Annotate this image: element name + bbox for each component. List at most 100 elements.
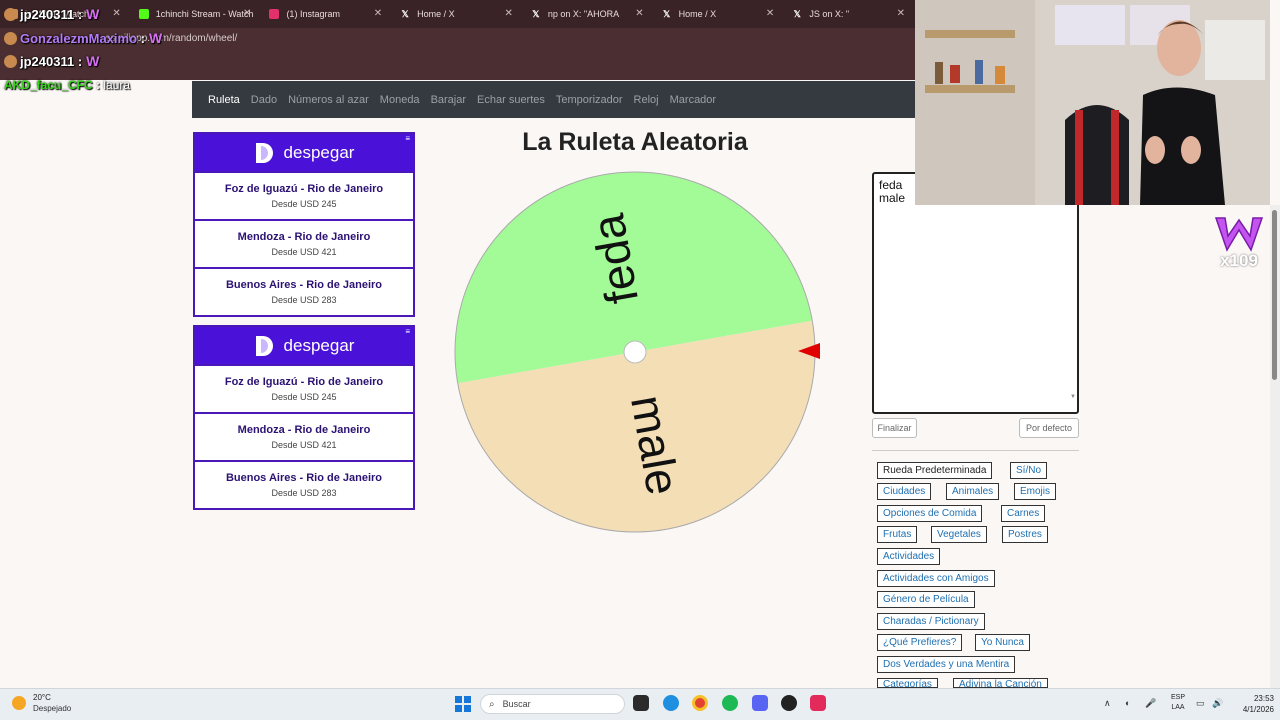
chat-colon: : [74, 6, 83, 22]
tab-label: Home / X [417, 9, 455, 19]
ad-menu-icon[interactable]: ≡ [405, 134, 410, 143]
preset-two-truths[interactable]: Dos Verdades y una Mentira [877, 656, 1016, 673]
preset-categories[interactable]: Categorías [877, 678, 938, 688]
edge-browser-icon[interactable] [663, 695, 679, 711]
browser-tab[interactable]: 1chinchi Stream - Watch ✕ [131, 0, 262, 28]
ad-menu-icon[interactable]: ≡ [405, 327, 410, 336]
preset-fruits[interactable]: Frutas [877, 526, 918, 543]
preset-guess-song[interactable]: Adivina la Canción [953, 678, 1048, 688]
chrome-browser-icon[interactable] [692, 695, 708, 711]
preset-vegetables[interactable]: Vegetales [931, 526, 987, 543]
despegar-ad[interactable]: despegar ≡ Foz de Iguazú - Rio de Janeir… [193, 325, 415, 510]
default-button[interactable]: Por defecto [1019, 418, 1079, 438]
browser-tab[interactable]: 𝕏 Home / X ✕ [392, 0, 523, 28]
task-view-icon[interactable] [633, 695, 649, 711]
clock[interactable]: 23:53 4/1/2026 [1234, 693, 1274, 715]
site-navbar: Ruleta Dado Números al azar Moneda Barajar Ec… [192, 81, 915, 118]
despegar-ad[interactable]: despegar ≡ Foz de Iguazú - Rio de Janeir… [193, 132, 415, 317]
wheel-center-hub[interactable] [623, 340, 647, 364]
search-placeholder: Buscar [502, 699, 531, 709]
nav-item[interactable]: Reloj [634, 94, 659, 106]
volume-icon[interactable]: 🔊 [1212, 698, 1223, 709]
preset-animals[interactable]: Animales [946, 483, 1000, 500]
despegar-logo-icon [255, 335, 273, 356]
preset-movie-genre[interactable]: Género de Película [877, 591, 975, 608]
tab-close-icon[interactable]: ✕ [897, 8, 905, 19]
tab-close-icon[interactable]: ✕ [635, 8, 643, 19]
ad-route-row[interactable]: Foz de Iguazú - Rio de Janeiro Desde USD … [195, 171, 413, 219]
nav-item[interactable]: Marcador [670, 94, 716, 106]
chat-badge-icon [4, 54, 17, 68]
tab-close-icon[interactable]: ✕ [504, 8, 512, 19]
finish-button[interactable]: Finalizar [872, 418, 917, 438]
preset-activities[interactable]: Actividades [877, 548, 941, 565]
spotify-icon[interactable] [722, 695, 738, 711]
nav-item[interactable]: Ruleta [208, 94, 240, 106]
browser-tab[interactable]: 𝕏 JS on X: " ✕ [784, 0, 915, 28]
nav-item[interactable]: Dado [251, 94, 277, 106]
chat-colon: : [137, 30, 145, 46]
ad-price: Desde USD 283 [271, 295, 337, 305]
tab-favicon-icon: 𝕏 [401, 9, 409, 19]
ad-price: Desde USD 421 [271, 440, 337, 450]
nav-item[interactable]: Barajar [431, 94, 466, 106]
start-button-icon[interactable] [455, 696, 471, 712]
clock-date: 4/1/2026 [1242, 705, 1274, 714]
preset-charades[interactable]: Charadas / Pictionary [877, 613, 985, 630]
chat-user: GonzalezmMaximo [20, 30, 138, 46]
entries-textarea[interactable]: feda male [872, 172, 1079, 414]
tab-close-icon[interactable]: ✕ [374, 8, 382, 19]
browser-tab[interactable]: (1) Instagram ✕ [261, 0, 392, 28]
weather-temp: 20°C [33, 693, 51, 702]
lang-bottom: LAA [1171, 704, 1185, 711]
preset-cities[interactable]: Ciudades [877, 483, 932, 500]
obs-icon[interactable] [781, 695, 797, 711]
nav-item[interactable]: Temporizador [556, 94, 623, 106]
tab-favicon-icon: 𝕏 [793, 9, 801, 19]
preset-activities-friends[interactable]: Actividades con Amigos [877, 570, 995, 587]
tiktok-icon[interactable] [810, 695, 826, 711]
tray-overflow-icon[interactable]: ∧ [1104, 698, 1111, 709]
ad-price: Desde USD 283 [271, 488, 337, 498]
language-indicator[interactable]: ESP LAA [1168, 693, 1188, 713]
ad-route-row[interactable]: Mendoza - Rio de Janeiro Desde USD 421 [195, 219, 413, 267]
preset-would-you-rather[interactable]: ¿Qué Prefieres? [877, 634, 963, 651]
nav-item[interactable]: Moneda [380, 94, 420, 106]
tab-close-icon[interactable]: ✕ [243, 8, 251, 19]
nav-item[interactable]: Echar suertes [477, 94, 545, 106]
network-icon[interactable]: ◐ [1125, 698, 1130, 708]
preset-meats[interactable]: Carnes [1001, 505, 1046, 522]
browser-tab[interactable]: 𝕏np on X: "AHORA ✕ [523, 0, 654, 28]
chat-line: jp240311 : W [4, 6, 99, 22]
display-icon[interactable]: ▭ [1196, 698, 1205, 709]
divider [872, 450, 1079, 451]
ad-header[interactable]: despegar ≡ [195, 134, 413, 171]
weather-widget[interactable]: 20°C Despejado [12, 693, 71, 713]
preset-desserts[interactable]: Postres [1002, 526, 1048, 543]
spinning-wheel[interactable]: feda male [452, 169, 820, 535]
w-emote-icon: W [86, 53, 100, 69]
microphone-icon[interactable]: 🎤 [1145, 698, 1156, 709]
tab-favicon-icon [269, 9, 280, 19]
nav-item[interactable]: Números al azar [288, 94, 369, 106]
page-scrollbar-thumb[interactable] [1272, 210, 1277, 380]
preset-food-options[interactable]: Opciones de Comida [877, 505, 983, 522]
ad-header[interactable]: despegar ≡ [195, 327, 413, 364]
taskbar-search[interactable]: ⌕ Buscar [480, 694, 625, 714]
ad-route-row[interactable]: Buenos Aires - Rio de Janeiro Desde USD 2… [195, 267, 413, 315]
tab-close-icon[interactable]: ✕ [112, 8, 120, 19]
preset-yes-no[interactable]: Sí/No [1010, 462, 1048, 479]
ad-route: Foz de Iguazú - Rio de Janeiro [224, 183, 384, 195]
ad-route-row[interactable]: Buenos Aires - Rio de Janeiro Desde USD 2… [195, 460, 413, 508]
tab-close-icon[interactable]: ✕ [766, 8, 774, 19]
preset-never-have-i-ever[interactable]: Yo Nunca [975, 634, 1030, 651]
ad-route-row[interactable]: Mendoza - Rio de Janeiro Desde USD 421 [195, 412, 413, 460]
ad-route-row[interactable]: Foz de Iguazú - Rio de Janeiro Desde USD … [195, 364, 413, 412]
preset-default-wheel[interactable]: Rueda Predeterminada [877, 462, 993, 479]
preset-emojis[interactable]: Emojis [1014, 483, 1057, 500]
browser-tab[interactable]: 𝕏 Home / X ✕ [654, 0, 785, 28]
ad-route: Mendoza - Rio de Janeiro [237, 424, 371, 436]
discord-icon[interactable] [752, 695, 768, 711]
textarea-scroll-arrow-icon[interactable]: ▼ [1070, 394, 1076, 400]
weather-desc: Despejado [33, 704, 72, 713]
